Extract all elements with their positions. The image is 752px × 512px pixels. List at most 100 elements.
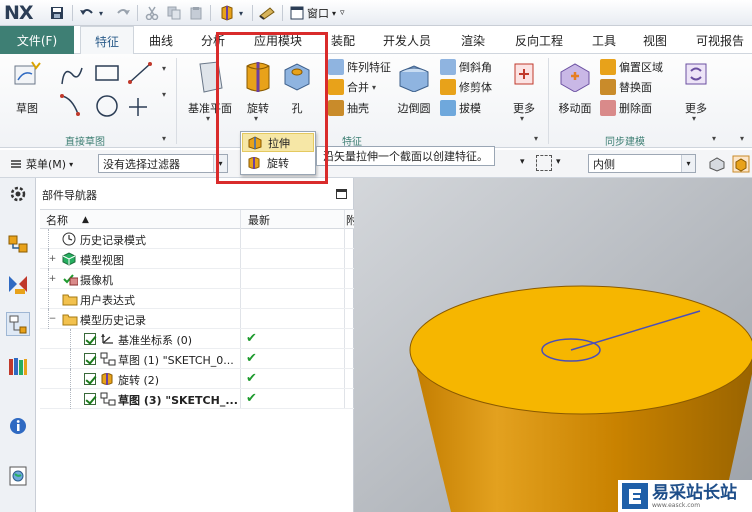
tree-row[interactable]: 基准坐标系 (0) ✔: [40, 329, 354, 349]
offset-region-button[interactable]: 偏置区域: [600, 58, 663, 76]
tree-row[interactable]: 用户表达式: [40, 289, 354, 309]
tab-render[interactable]: 渲染: [452, 26, 494, 54]
move-face-label: 移动面: [558, 102, 592, 115]
chevron-down-icon[interactable]: ▾: [162, 64, 166, 73]
chamfer-icon: [440, 59, 456, 75]
cone-top-face[interactable]: [409, 285, 752, 415]
box-select-icon[interactable]: [536, 155, 552, 171]
shaded-edges-icon[interactable]: [732, 155, 750, 173]
column-divider[interactable]: [240, 210, 241, 230]
pattern-feature-button[interactable]: 阵列特征: [328, 58, 391, 76]
move-face-icon: [560, 63, 590, 92]
clock-icon: [62, 232, 76, 246]
redo-icon[interactable]: [114, 4, 132, 22]
column-header-name-label: 名称: [46, 214, 68, 227]
column-divider[interactable]: [344, 210, 345, 230]
sketch-curve-tools[interactable]: [58, 62, 168, 124]
paste-icon[interactable]: [187, 4, 205, 22]
move-face-button[interactable]: 移动面: [554, 58, 596, 118]
group-dropdown-icon[interactable]: ▾: [162, 134, 166, 143]
tree-guide: [70, 389, 71, 409]
tree-row-label: 摄像机: [80, 274, 113, 287]
csys-icon: [100, 332, 114, 346]
tree-row[interactable]: + 摄像机: [40, 269, 354, 289]
unite-button[interactable]: 合并 ▾: [328, 78, 376, 96]
watermark-text: 易采站长站: [652, 482, 737, 503]
gear-icon[interactable]: [6, 182, 30, 206]
tree-row[interactable]: 历史记录模式: [40, 229, 354, 249]
chevron-down-icon[interactable]: ▾: [520, 157, 525, 167]
tab-reverse-engineering[interactable]: 反向工程: [506, 26, 572, 54]
customize-icon[interactable]: ▿: [340, 8, 345, 18]
edge-blend-button[interactable]: 边倒圆: [394, 58, 434, 118]
command-finder-icon[interactable]: [258, 4, 276, 22]
chamfer-button[interactable]: 倒斜角: [440, 58, 492, 76]
expand-icon[interactable]: +: [48, 255, 57, 264]
undo-icon[interactable]: [78, 4, 96, 22]
sync-more-button[interactable]: 更多 ▾: [676, 58, 716, 128]
shell-button[interactable]: 抽壳: [328, 99, 369, 117]
chevron-down-icon: ▾: [692, 114, 697, 123]
revolve-icon[interactable]: [218, 4, 236, 22]
graphics-window[interactable]: [354, 178, 752, 512]
column-header-name[interactable]: 名称 ▲: [46, 210, 89, 230]
tab-tools[interactable]: 工具: [584, 26, 624, 54]
expand-icon[interactable]: +: [48, 275, 57, 284]
info-icon[interactable]: [6, 414, 30, 438]
sketch-label: 草图: [16, 102, 38, 115]
web-browser-icon[interactable]: [6, 464, 30, 488]
group-dropdown-icon[interactable]: ▾: [712, 134, 716, 143]
assembly-navigator-icon[interactable]: [6, 232, 30, 256]
visibility-checkbox[interactable]: [84, 353, 96, 365]
ribbon-options-icon[interactable]: ▾: [740, 134, 744, 143]
cut-icon[interactable]: [143, 4, 161, 22]
sketch-button[interactable]: 草图: [6, 58, 48, 118]
copy-icon[interactable]: [165, 4, 183, 22]
tree-guide: [70, 349, 71, 369]
tab-feature[interactable]: 特征: [80, 26, 134, 55]
visibility-checkbox[interactable]: [84, 333, 96, 345]
tab-visual-report[interactable]: 可视报告: [688, 26, 752, 54]
visibility-checkbox[interactable]: [84, 393, 96, 405]
menu-button[interactable]: 菜单(M) ▾: [10, 156, 73, 172]
tree-row[interactable]: 旋转 (2) ✔: [40, 369, 354, 389]
save-icon[interactable]: [48, 4, 66, 22]
tab-file[interactable]: 文件(F): [0, 26, 74, 54]
chevron-down-icon: ▾: [332, 8, 337, 18]
tree-row[interactable]: − 模型历史记录: [40, 309, 354, 329]
constraint-navigator-icon[interactable]: [6, 272, 30, 296]
undo-dropdown-icon[interactable]: ▾: [96, 4, 106, 22]
tab-view[interactable]: 视图: [634, 26, 676, 54]
feature-more-button[interactable]: 更多 ▾: [504, 58, 544, 128]
column-header-latest[interactable]: 最新: [248, 210, 270, 230]
trim-body-button[interactable]: 修剪体: [440, 78, 492, 96]
shaded-view-icon[interactable]: [708, 156, 726, 172]
sketch-icon: [14, 61, 41, 85]
reuse-library-icon[interactable]: [6, 354, 30, 378]
replace-face-label: 替换面: [619, 81, 652, 94]
window-menu[interactable]: 窗口 ▾ ▿: [290, 4, 345, 22]
delete-face-button[interactable]: 删除面: [600, 99, 652, 117]
group-dropdown-icon[interactable]: ▾: [534, 134, 538, 143]
tree-row[interactable]: 草图 (1) "SKETCH_0... ✔: [40, 349, 354, 369]
replace-face-button[interactable]: 替换面: [600, 78, 652, 96]
tree-row[interactable]: 草图 (3) "SKETCH_... ✔: [40, 389, 354, 409]
shell-label: 抽壳: [347, 102, 369, 115]
model-canvas[interactable]: [354, 178, 752, 512]
column-header-extra[interactable]: 附: [346, 210, 354, 230]
type-filter-select[interactable]: 没有选择过滤器 ▾: [98, 154, 228, 173]
tab-developer[interactable]: 开发人员: [374, 26, 440, 54]
chevron-down-icon[interactable]: ▾: [556, 157, 561, 167]
tab-curve[interactable]: 曲线: [140, 26, 182, 54]
tree-row[interactable]: + 模型视图: [40, 249, 354, 269]
part-navigator-icon[interactable]: [6, 312, 30, 336]
revolve-dropdown-icon[interactable]: ▾: [236, 4, 246, 22]
selection-scope-select[interactable]: 内侧 ▾: [588, 154, 696, 173]
tab-assembly[interactable]: 装配: [322, 26, 364, 54]
collapse-icon[interactable]: −: [48, 315, 57, 324]
visibility-checkbox[interactable]: [84, 373, 96, 385]
chevron-down-icon: ▾: [206, 114, 211, 123]
chevron-down-icon[interactable]: ▾: [162, 90, 166, 99]
maximize-icon[interactable]: [336, 189, 347, 199]
draft-button[interactable]: 拔模: [440, 99, 481, 117]
